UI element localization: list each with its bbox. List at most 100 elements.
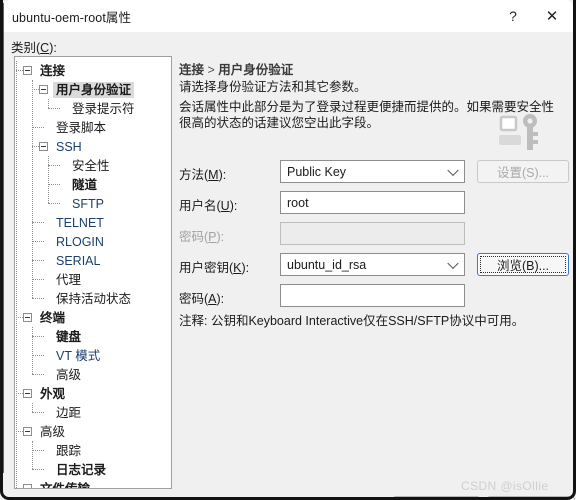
tree-item-22[interactable]: 文件传输 xyxy=(15,479,171,489)
tree-item-19[interactable]: 高级 xyxy=(15,422,171,441)
chevron-down-icon[interactable] xyxy=(447,164,459,176)
auth-form: 方法(M): Public Key 设置(S)... 用户名(U): root 密码(P)… xyxy=(179,160,569,315)
form-row-method: 方法(M): Public Key 设置(S)... xyxy=(179,160,569,191)
help-button[interactable]: ? xyxy=(492,0,534,32)
properties-dialog-window: ubuntu-oem-root属性 ? ✕ 类别(C): 连接 用户身份验证 登录提… xyxy=(0,0,576,500)
watermark: CSDN @isOllie xyxy=(461,479,549,493)
tree-guide-line xyxy=(32,355,44,356)
close-button[interactable]: ✕ xyxy=(531,0,573,32)
tree-guide-line xyxy=(16,488,23,489)
tree-expander-collapse-icon[interactable] xyxy=(23,313,32,322)
tree-guide-line xyxy=(16,317,23,318)
browse-button[interactable]: 浏览(B)... xyxy=(477,253,569,276)
accel-char: P xyxy=(208,230,217,244)
combo-method[interactable]: Public Key xyxy=(280,160,465,183)
category-accel: C xyxy=(40,41,50,55)
tree-guide-line xyxy=(16,61,17,488)
breadcrumb-separator: > xyxy=(204,63,219,77)
tree-item-7[interactable]: SFTP xyxy=(15,194,171,213)
tree-guide-line xyxy=(48,165,60,166)
tree-item-label: 日志记录 xyxy=(56,462,107,477)
chevron-down-icon[interactable] xyxy=(447,257,459,269)
category-tree-list: 连接用户身份验证登录提示符登录脚本 SSH 安全性隧道 SFTP TELNET RLOGI… xyxy=(15,57,171,489)
breadcrumb-leaf: 用户身份验证 xyxy=(218,63,294,77)
tree-guide-line xyxy=(32,146,39,147)
tree-guide-line xyxy=(48,203,60,204)
value-method: Public Key xyxy=(287,164,347,179)
tree-expander-collapse-icon[interactable] xyxy=(23,427,32,436)
tree-guide-line xyxy=(32,403,33,412)
tree-item-label: 用户身份验证 xyxy=(53,81,135,98)
tree-item-label: 跟踪 xyxy=(56,443,82,458)
tree-item-label: 代理 xyxy=(56,272,82,287)
tree-item-label: TELNET xyxy=(56,215,104,230)
input-password xyxy=(280,222,465,245)
tree-guide-line xyxy=(48,108,60,109)
tree-guide-line xyxy=(32,469,44,470)
breadcrumb-root: 连接 xyxy=(179,63,205,77)
label-password: 密码(P): xyxy=(179,230,225,244)
window-title: ubuntu-oem-root属性 xyxy=(12,11,132,25)
input-passphrase[interactable] xyxy=(280,284,465,307)
content-pane: 连接 > 用户身份验证 请选择身份验证方法和其它参数。 会话属性中此部分是为了登… xyxy=(179,56,569,476)
tree-guide-line xyxy=(32,298,44,299)
settings-button: 设置(S)... xyxy=(477,160,569,183)
tree-expander-collapse-icon[interactable] xyxy=(39,142,48,151)
tree-expander-collapse-icon[interactable] xyxy=(23,484,32,488)
tree-item-5[interactable]: 安全性 xyxy=(15,156,171,175)
note-text: 注释: 公钥和Keyboard Interactive仅在SSH/SFTP协议中… xyxy=(179,314,525,328)
browse-button-label: 浏览(B)... xyxy=(480,256,566,273)
accel-char: U xyxy=(220,199,230,213)
accel-char: K xyxy=(233,261,242,275)
tree-guide-line xyxy=(32,450,44,451)
tree-item-label: SERIAL xyxy=(56,253,101,268)
tree-item-label: SSH xyxy=(56,139,82,154)
category-tree[interactable]: 连接用户身份验证登录提示符登录脚本 SSH 安全性隧道 SFTP TELNET RLOGI… xyxy=(14,56,172,489)
tree-item-0[interactable]: 连接 xyxy=(15,61,171,80)
tree-guide-line xyxy=(16,393,23,394)
title-bar: ubuntu-oem-root属性 ? ✕ xyxy=(3,0,573,32)
tree-item-label: 高级 xyxy=(56,367,82,382)
tree-guide-line xyxy=(32,89,39,90)
tree-guide-line xyxy=(32,336,44,337)
tree-item-label: 连接 xyxy=(40,63,66,78)
category-label: 类别(C): xyxy=(11,41,57,55)
tree-item-label: 边距 xyxy=(56,405,82,420)
tree-guide-line xyxy=(32,260,44,261)
label-userkey: 用户密钥(K): xyxy=(179,261,250,275)
tree-guide-line xyxy=(48,184,60,185)
tree-guide-line xyxy=(32,327,33,374)
description-line-1: 请选择身份验证方法和其它参数。 xyxy=(179,80,367,94)
tree-item-label: 外观 xyxy=(40,386,66,401)
value-userkey: ubuntu_id_rsa xyxy=(287,257,367,272)
tree-item-2[interactable]: 登录提示符 xyxy=(15,99,171,118)
tree-expander-collapse-icon[interactable] xyxy=(23,389,32,398)
cancel-button[interactable]: 取消 xyxy=(486,496,575,500)
form-row-username: 用户名(U): root xyxy=(179,191,569,222)
tree-item-label: 文件传输 xyxy=(40,481,91,489)
tree-guide-line xyxy=(32,222,44,223)
tree-guide-line xyxy=(16,70,23,71)
label-username: 用户名(U): xyxy=(179,199,238,213)
tree-guide-line xyxy=(16,431,23,432)
tree-item-label: 登录脚本 xyxy=(56,120,107,135)
tree-expander-collapse-icon[interactable] xyxy=(23,66,32,75)
tree-item-label: 安全性 xyxy=(72,158,110,173)
tree-item-6[interactable]: 隧道 xyxy=(15,175,171,194)
combo-userkey[interactable]: ubuntu_id_rsa xyxy=(280,253,465,276)
tree-item-label: 隧道 xyxy=(72,177,98,192)
tree-item-17[interactable]: 外观 xyxy=(15,384,171,403)
input-username[interactable]: root xyxy=(280,191,465,214)
ok-button[interactable]: 确定 xyxy=(392,496,481,500)
tree-guide-line xyxy=(32,374,44,375)
tree-item-13[interactable]: 终端 xyxy=(15,308,171,327)
tree-item-label: 登录提示符 xyxy=(72,101,135,116)
tree-guide-line xyxy=(32,441,33,469)
category-label-text: 类别( xyxy=(11,41,41,55)
accel-char: A xyxy=(208,292,217,306)
user-key-icon xyxy=(499,113,545,153)
tree-item-label: RLOGIN xyxy=(56,234,104,249)
tree-expander-collapse-icon[interactable] xyxy=(39,85,48,94)
tree-guide-line xyxy=(48,156,49,203)
tree-item-label: SFTP xyxy=(72,196,104,211)
